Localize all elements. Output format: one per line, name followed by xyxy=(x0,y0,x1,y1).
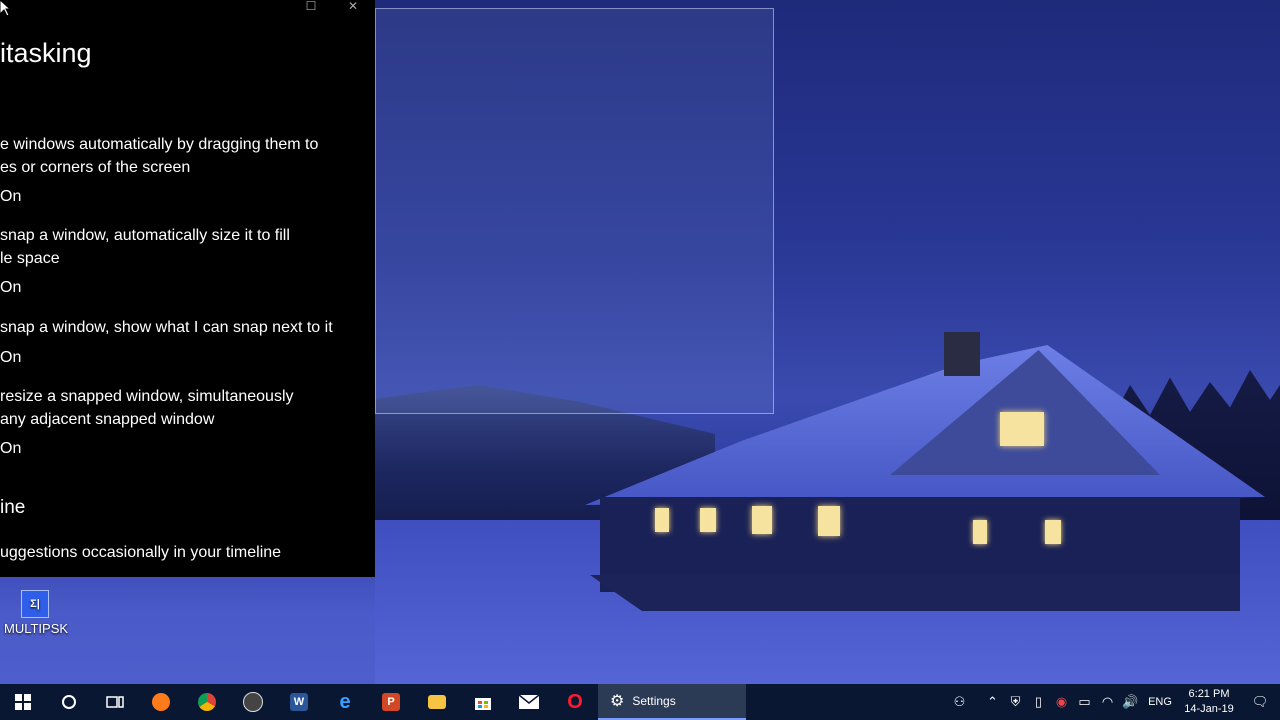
option-text-line: snap a window, automatically size it to … xyxy=(0,227,290,244)
taskbar-app-label: Settings xyxy=(632,694,676,708)
antivirus-icon[interactable]: ◉ xyxy=(1050,694,1073,710)
usb-icon[interactable]: ▯ xyxy=(1027,694,1050,710)
clock-date: 14-Jan-19 xyxy=(1184,703,1234,715)
taskbar-clock[interactable]: 6:21 PM 14-Jan-19 xyxy=(1178,687,1240,717)
window-titlebar[interactable]: ☐ ✕ xyxy=(0,0,375,30)
taskbar: W e P O ⚙ Settings ⚇ ⌃ ⛨ ▯ ◉ ▭ ◠ 🔊 ENG 6… xyxy=(0,684,1280,720)
multipsk-icon: Σ| xyxy=(21,590,49,618)
notification-icon[interactable]: 🗨 xyxy=(1240,694,1280,710)
wallpaper-window xyxy=(700,508,716,532)
mail-button[interactable] xyxy=(506,684,552,720)
folder-icon xyxy=(428,695,446,709)
snap-assist-toggle-state[interactable]: On xyxy=(0,349,21,367)
word-icon: W xyxy=(290,693,308,711)
snap-assist-option-text: snap a window, show what I can snap next… xyxy=(0,316,333,339)
snap-resize-toggle-state[interactable]: On xyxy=(0,440,21,458)
mail-icon xyxy=(519,695,539,709)
firefox-button[interactable] xyxy=(138,684,184,720)
task-view-button[interactable] xyxy=(92,684,138,720)
volume-icon[interactable]: 🔊 xyxy=(1119,694,1142,710)
close-button[interactable]: ✕ xyxy=(340,0,366,16)
option-text-line: es or corners of the screen xyxy=(0,159,191,176)
chrome-icon xyxy=(198,693,216,711)
battery-icon[interactable]: ▭ xyxy=(1073,694,1096,710)
mouse-pointer-icon xyxy=(0,0,10,16)
wallpaper-window xyxy=(655,508,669,532)
wallpaper-window xyxy=(973,520,987,544)
maximize-button[interactable]: ☐ xyxy=(298,0,324,16)
task-view-icon xyxy=(106,696,124,708)
timeline-suggestions-text: uggestions occasionally in your timeline xyxy=(0,544,282,561)
wifi-icon[interactable]: ◠ xyxy=(1096,694,1119,710)
timeline-section-title: ine xyxy=(0,497,26,518)
snap-autosize-option-text: snap a window, automatically size it to … xyxy=(0,224,290,270)
chrome-button[interactable] xyxy=(184,684,230,720)
settings-window: ☐ ✕ itasking e windows automatically by … xyxy=(0,0,375,577)
firefox-icon xyxy=(152,693,170,711)
powerpoint-icon: P xyxy=(382,693,400,711)
wallpaper-window xyxy=(818,506,840,536)
desktop-icon-multipsk[interactable]: Σ| MULTIPSK xyxy=(4,590,69,636)
snap-drag-toggle-state[interactable]: On xyxy=(0,188,21,206)
snap-autosize-toggle-state[interactable]: On xyxy=(0,279,21,297)
shield-icon[interactable]: ⛨ xyxy=(1004,694,1027,710)
windows-icon xyxy=(15,694,31,710)
store-button[interactable] xyxy=(460,684,506,720)
wallpaper-window xyxy=(752,506,772,534)
wallpaper-chimney xyxy=(944,332,980,376)
circle-icon xyxy=(62,695,76,709)
snap-drag-option-text: e windows automatically by dragging them… xyxy=(0,133,318,179)
opera-icon: O xyxy=(567,690,583,713)
store-icon xyxy=(475,698,491,710)
taskbar-settings-app[interactable]: ⚙ Settings xyxy=(598,684,746,720)
powerpoint-button[interactable]: P xyxy=(368,684,414,720)
system-tray: ⚇ ⌃ ⛨ ▯ ◉ ▭ ◠ 🔊 ENG 6:21 PM 14-Jan-19 🗨 xyxy=(948,684,1280,720)
edge-button[interactable]: e xyxy=(322,684,368,720)
option-text-line: snap a window, show what I can snap next… xyxy=(0,319,333,336)
clock-time: 6:21 PM xyxy=(1188,688,1230,700)
opera-button[interactable]: O xyxy=(552,684,598,720)
word-button[interactable]: W xyxy=(276,684,322,720)
file-explorer-button[interactable] xyxy=(414,684,460,720)
option-text-line: resize a snapped window, simultaneously xyxy=(0,388,294,405)
obs-icon xyxy=(243,692,263,712)
option-text-line: le space xyxy=(0,250,60,267)
wallpaper-window xyxy=(1000,412,1044,446)
option-text-line: e windows automatically by dragging them… xyxy=(0,136,319,153)
wallpaper-window xyxy=(1045,520,1061,544)
start-button[interactable] xyxy=(0,684,46,720)
language-indicator[interactable]: ENG xyxy=(1142,696,1178,708)
snap-preview-outline xyxy=(375,8,774,414)
desktop-icon-label: MULTIPSK xyxy=(4,621,69,636)
chevron-up-icon[interactable]: ⌃ xyxy=(981,694,1004,710)
people-icon[interactable]: ⚇ xyxy=(948,694,971,710)
gear-icon: ⚙ xyxy=(610,693,625,710)
snap-resize-option-text: resize a snapped window, simultaneously … xyxy=(0,385,294,431)
page-title: itasking xyxy=(0,38,92,68)
option-text-line: any adjacent snapped window xyxy=(0,411,215,428)
cortana-button[interactable] xyxy=(46,684,92,720)
obs-button[interactable] xyxy=(230,684,276,720)
edge-icon: e xyxy=(339,690,351,713)
wallpaper-porch xyxy=(590,575,1240,611)
